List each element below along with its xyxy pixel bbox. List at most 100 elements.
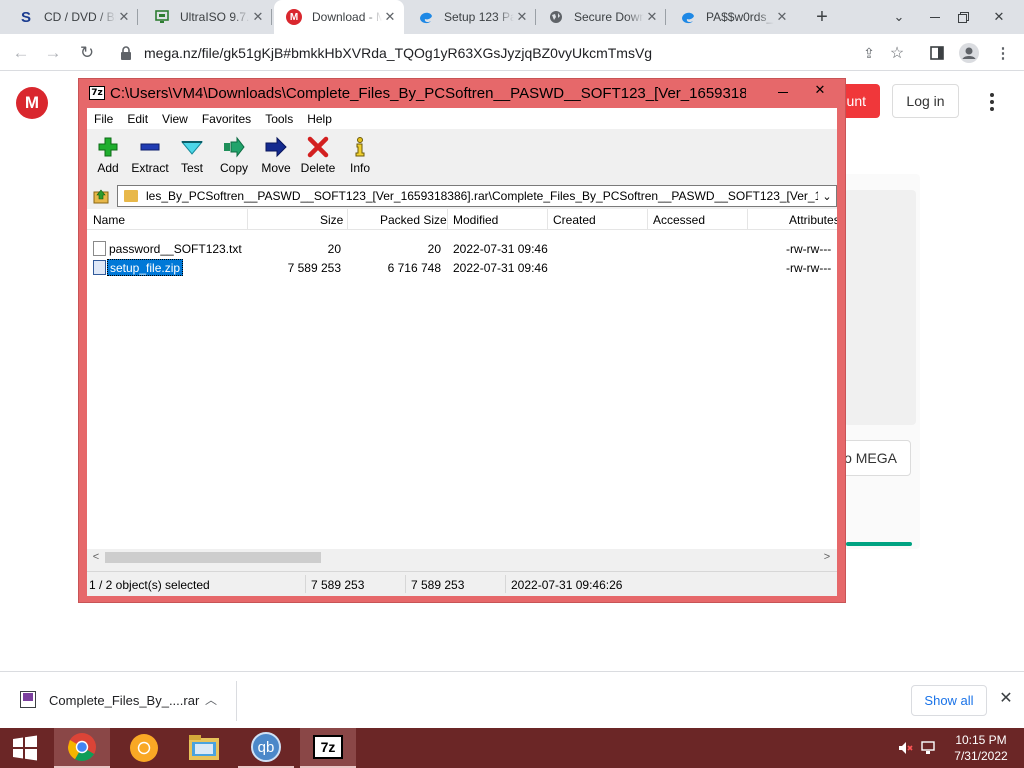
chrome-icon[interactable] (54, 728, 110, 768)
sevenzip-window: 7z C:\Users\VM4\Downloads\Complete_Files… (78, 78, 846, 603)
profile-avatar-icon[interactable] (956, 40, 982, 66)
taskbar: qb 7z 10:15 PM 7/31/2022 (0, 728, 1024, 768)
col-accessed[interactable]: Accessed (653, 213, 705, 227)
file-row-setup-zip[interactable]: setup_file.zip 7 589 253 6 716 748 2022-… (87, 258, 837, 277)
col-modified[interactable]: Modified (453, 213, 498, 227)
path-text: les_By_PCSoftren__PASWD__SOFT123_[Ver_16… (146, 189, 818, 203)
add-button[interactable]: Add (87, 129, 129, 182)
sevenzip-toolbar: Add Extract Test Copy Move Delete Info (87, 129, 837, 182)
qbittorrent-icon[interactable]: qb (238, 728, 294, 768)
file-row-password[interactable]: password__SOFT123.txt 20 20 2022-07-31 0… (87, 239, 837, 258)
status-selection: 1 / 2 object(s) selected (89, 578, 210, 592)
sevenzip-app-icon[interactable]: 7z (89, 86, 105, 100)
network-icon[interactable] (920, 740, 936, 759)
tab-secure-download[interactable]: Secure Download ✕ (536, 0, 666, 34)
close-shelf-icon[interactable]: ✕ (996, 688, 1016, 712)
tab-mega-download[interactable]: M Download - MEGA ✕ (274, 0, 404, 34)
system-clock[interactable]: 10:15 PM 7/31/2022 (946, 732, 1016, 764)
path-field[interactable]: les_By_PCSoftren__PASWD__SOFT123_[Ver_16… (117, 185, 837, 207)
tab-passwords[interactable]: PA$$w0rds_SOFT ✕ (668, 0, 796, 34)
close-tab-icon[interactable]: ✕ (116, 9, 132, 25)
test-button[interactable]: Test (171, 129, 213, 182)
col-attributes[interactable]: Attributes (789, 213, 837, 227)
sevenzip-titlebar[interactable]: 7z C:\Users\VM4\Downloads\Complete_Files… (79, 79, 845, 108)
delete-button[interactable]: Delete (297, 129, 339, 182)
close-tab-icon[interactable]: ✕ (514, 9, 530, 25)
close-window-button[interactable]: ✕ (803, 79, 837, 101)
forward-icon[interactable]: → (40, 40, 66, 66)
file-modified: 2022-07-31 09:46 (453, 242, 548, 256)
edge-icon (418, 9, 434, 25)
file-list: Name Size Packed Size Modified Created A… (87, 209, 837, 549)
info-icon (355, 137, 365, 157)
file-explorer-icon[interactable] (176, 728, 232, 768)
minimize-button[interactable] (773, 82, 793, 102)
tab-search-icon[interactable]: ⌄ (882, 0, 916, 34)
tab-cd-dvd[interactable]: S CD / DVD / Blu-ray ✕ (6, 0, 138, 34)
col-name[interactable]: Name (93, 213, 125, 227)
file-modified: 2022-07-31 09:46 (453, 261, 548, 275)
scroll-thumb[interactable] (105, 552, 321, 563)
tab-setup-123[interactable]: Setup 123 Password ✕ (406, 0, 536, 34)
file-packed-size: 20 (427, 242, 441, 256)
status-bar: 1 / 2 object(s) selected 7 589 253 7 589… (87, 571, 837, 595)
col-size[interactable]: Size (320, 213, 343, 227)
sevenzip-title: C:\Users\VM4\Downloads\Complete_Files_By… (110, 85, 746, 102)
file-packed-size: 6 716 748 (387, 261, 441, 275)
extract-button[interactable]: Extract (129, 129, 171, 182)
side-panel-icon[interactable] (924, 40, 950, 66)
move-button[interactable]: Move (255, 129, 297, 182)
copy-button[interactable]: Copy (213, 129, 255, 182)
lock-icon[interactable] (120, 45, 132, 60)
mega-menu-icon[interactable] (980, 90, 1004, 114)
new-tab-button[interactable]: + (810, 5, 834, 29)
menu-tools[interactable]: Tools (258, 112, 300, 126)
chevron-down-icon[interactable]: ⌄ (818, 190, 836, 203)
col-created[interactable]: Created (553, 213, 596, 227)
download-progress-bar (846, 542, 912, 546)
menu-help[interactable]: Help (300, 112, 339, 126)
horizontal-scrollbar[interactable]: < > (87, 549, 837, 566)
chevron-up-icon[interactable]: ︿ (205, 691, 217, 708)
7zip-icon[interactable]: 7z (300, 728, 356, 768)
file-size: 20 (327, 242, 341, 256)
windows-start-icon[interactable] (0, 728, 50, 768)
close-tab-icon[interactable]: ✕ (382, 9, 398, 25)
login-button[interactable]: Log in (892, 84, 959, 118)
info-button[interactable]: Info (339, 129, 381, 182)
clock-time: 10:15 PM (955, 733, 1007, 747)
scroll-left-icon[interactable]: < (89, 551, 103, 563)
bookmark-star-icon[interactable]: ☆ (884, 40, 910, 66)
chrome-menu-icon[interactable]: ⋮ (990, 40, 1016, 66)
close-tab-icon[interactable]: ✕ (644, 9, 660, 25)
menu-view[interactable]: View (155, 112, 195, 126)
restore-icon[interactable] (946, 0, 980, 34)
menu-file[interactable]: File (87, 112, 120, 126)
chrome-canary-icon[interactable] (116, 728, 172, 768)
s-brand-icon: S (20, 8, 31, 26)
status-packed: 7 589 253 (411, 578, 465, 592)
folder-up-icon[interactable] (93, 188, 109, 204)
copy-icon (224, 136, 245, 158)
window-close-icon[interactable]: ✕ (982, 0, 1016, 34)
col-packed-size[interactable]: Packed Size (380, 213, 447, 227)
close-tab-icon[interactable]: ✕ (774, 9, 790, 25)
address-bar[interactable]: mega.nz/file/gk51gKjB#bmkkHbXVRda_TQOg1y… (108, 38, 920, 67)
extract-icon (140, 143, 160, 151)
download-shelf: Complete_Files_By_....rar ︿ Show all ✕ (0, 671, 1024, 728)
tab-ultraiso[interactable]: UltraISO 9.7.6 ✕ (142, 0, 272, 34)
menu-favorites[interactable]: Favorites (195, 112, 258, 126)
show-all-button[interactable]: Show all (911, 685, 987, 716)
mega-logo[interactable]: M (16, 87, 48, 119)
share-icon[interactable]: ⇪ (856, 40, 882, 66)
scroll-right-icon[interactable]: > (820, 551, 834, 563)
file-attributes: -rw-rw--- (786, 242, 832, 256)
back-icon[interactable]: ← (8, 40, 34, 66)
menu-edit[interactable]: Edit (120, 112, 155, 126)
zip-file-icon (93, 260, 106, 275)
add-icon (98, 137, 118, 157)
volume-muted-icon[interactable] (898, 740, 914, 759)
reload-icon[interactable]: ↻ (74, 40, 100, 66)
close-tab-icon[interactable]: ✕ (250, 9, 266, 25)
download-item-name[interactable]: Complete_Files_By_....rar (49, 693, 199, 708)
